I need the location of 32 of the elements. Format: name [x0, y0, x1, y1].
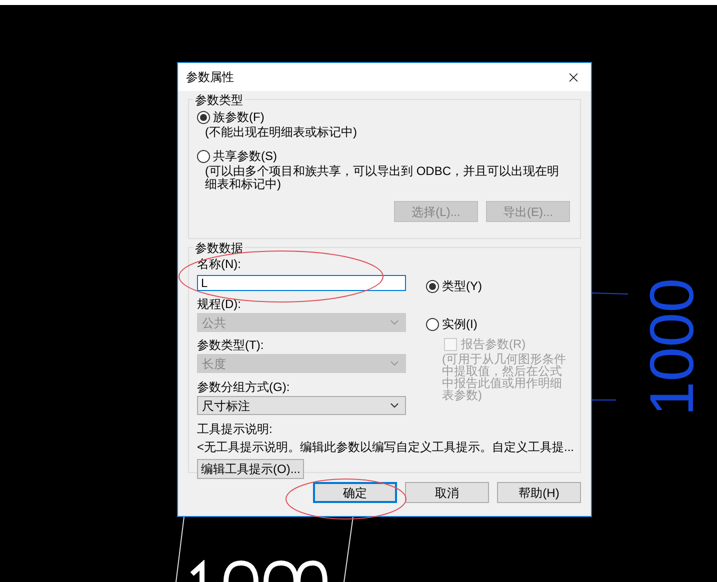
extension-line — [592, 292, 628, 295]
checkbox-label: 报告参数(R) — [461, 336, 526, 353]
radio-button[interactable] — [197, 110, 210, 124]
extension-line — [343, 517, 354, 582]
dialog-button[interactable]: 帮助(H) — [497, 482, 581, 503]
field-label: 参数分组方式(G): — [197, 379, 291, 396]
radio-label[interactable]: 共享参数(S) — [213, 147, 277, 165]
window-title: 参数属性 — [186, 69, 234, 86]
field-label: 名称(N): — [197, 256, 242, 273]
option-note: (可用于从几何图形条件中提取值，然后在公式中报告此值或用作明细表参数) — [441, 353, 567, 401]
radio-label[interactable]: 类型(Y) — [442, 277, 482, 295]
field-label: 规程(D): — [197, 296, 242, 313]
option-note: (不能出现在明细表或标记中) — [204, 126, 358, 139]
dialog-button[interactable]: 取消 — [405, 482, 489, 503]
radio-button[interactable] — [426, 318, 439, 330]
name-input-field[interactable]: L — [197, 275, 406, 291]
radio-button[interactable] — [426, 280, 439, 292]
group-legend: 参数数据 — [193, 239, 245, 257]
edit-tooltip-button[interactable]: 编辑工具提示(O)... — [197, 459, 304, 479]
radio-label[interactable]: 族参数(F) — [213, 108, 264, 126]
group-legend: 参数类型 — [193, 91, 245, 109]
dropdown[interactable]: 尺寸标注 — [197, 396, 406, 415]
dimension-text: 1000 — [642, 278, 704, 416]
radio-button[interactable] — [197, 150, 210, 162]
dialog-button[interactable]: 确定 — [313, 482, 397, 503]
tooltip-text: <无工具提示说明。编辑此参数以编写自定义工具提示。自定义工具提... — [197, 439, 576, 456]
extension-line — [592, 399, 616, 401]
option-note: (可以由多个项目和族共享，可以导出到 ODBC，并且可以出现在明细表和标记中) — [204, 165, 560, 191]
extension-line — [175, 517, 185, 582]
field-label: 工具提示说明: — [197, 421, 274, 438]
radio-label[interactable]: 实例(I) — [442, 315, 478, 333]
field-label: 参数类型(T): — [197, 337, 265, 354]
